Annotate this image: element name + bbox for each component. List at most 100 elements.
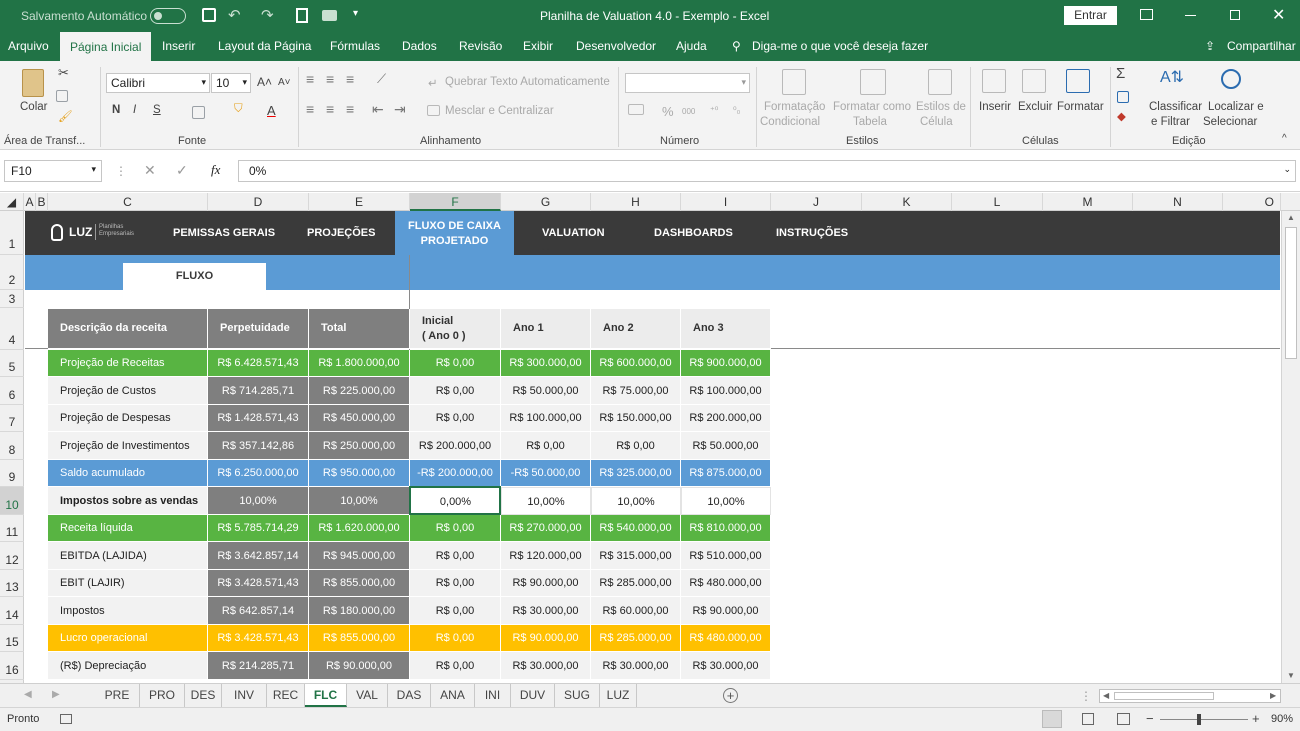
insert-button[interactable]: Inserir <box>979 101 1011 113</box>
undo-icon[interactable]: ↶ <box>228 6 241 24</box>
table-cell[interactable]: R$ 0,00 <box>410 597 501 625</box>
clear-icon[interactable]: ◆ <box>1117 109 1126 123</box>
merge-center-button[interactable]: Mesclar e Centralizar <box>445 105 554 117</box>
table-cell[interactable]: R$ 480.000,00 <box>681 625 771 652</box>
row-header[interactable]: 5 <box>0 350 24 377</box>
table-cell[interactable]: R$ 900.000,00 <box>681 350 771 377</box>
table-cell[interactable]: R$ 30.000,00 <box>681 652 771 680</box>
table-cell[interactable]: R$ 90.000,00 <box>309 652 410 680</box>
row-header[interactable]: 16 <box>0 652 24 680</box>
sheet-tab-flc[interactable]: FLC <box>305 684 347 707</box>
decrease-font-icon[interactable]: A˅ <box>278 77 291 88</box>
table-cell[interactable]: R$ 0,00 <box>410 570 501 597</box>
horizontal-scrollbar[interactable]: ◀ ▶ <box>1099 689 1281 703</box>
tab-desenvolvedor[interactable]: Desenvolvedor <box>576 31 656 61</box>
row-header[interactable]: 14 <box>0 597 24 625</box>
table-cell[interactable]: R$ 120.000,00 <box>501 542 591 570</box>
format-button[interactable]: Formatar <box>1057 101 1104 113</box>
borders-icon[interactable] <box>192 106 205 119</box>
row-header[interactable]: 10 <box>0 487 24 515</box>
table-cell[interactable]: R$ 6.250.000,00 <box>208 460 309 487</box>
table-cell[interactable]: R$ 300.000,00 <box>501 350 591 377</box>
sheet-tab-inv[interactable]: INV <box>222 684 267 707</box>
add-sheet-icon[interactable]: + <box>723 688 738 703</box>
row-header[interactable]: 1 <box>0 211 24 255</box>
row-header[interactable]: 9 <box>0 460 24 487</box>
zoom-slider[interactable] <box>1160 719 1248 720</box>
nav-fluxo-caixa[interactable]: FLUXO DE CAIXA PROJETADO <box>395 211 514 255</box>
align-top-icon[interactable]: ≡ <box>306 71 314 87</box>
row-label[interactable]: Impostos <box>48 597 208 625</box>
next-sheet-icon[interactable]: ▶ <box>52 689 60 700</box>
cond-format-line1[interactable]: Formatação <box>764 101 825 113</box>
table-cell[interactable]: R$ 285.000,00 <box>591 570 681 597</box>
table-cell[interactable]: R$ 855.000,00 <box>309 570 410 597</box>
row-header[interactable]: 15 <box>0 625 24 652</box>
table-cell[interactable]: R$ 0,00 <box>410 625 501 652</box>
table-cell[interactable]: R$ 0,00 <box>410 350 501 377</box>
nav-instrucoes[interactable]: INSTRUÇÕES <box>776 211 848 255</box>
table-cell[interactable]: R$ 855.000,00 <box>309 625 410 652</box>
decrease-decimal-icon[interactable]: ⁰₀ <box>733 105 740 116</box>
col-header-b[interactable]: B <box>36 193 48 211</box>
table-cell[interactable]: R$ 100.000,00 <box>501 405 591 432</box>
table-cell[interactable]: R$ 225.000,00 <box>309 377 410 405</box>
print-preview-icon[interactable] <box>296 8 308 23</box>
copy-icon[interactable] <box>56 90 68 102</box>
table-cell[interactable]: R$ 810.000,00 <box>681 515 771 542</box>
table-cell[interactable]: R$ 1.620.000,00 <box>309 515 410 542</box>
find-select-line2[interactable]: Selecionar <box>1203 116 1257 128</box>
table-cell[interactable]: R$ 450.000,00 <box>309 405 410 432</box>
currency-icon[interactable] <box>628 104 644 115</box>
col-header-d[interactable]: D <box>208 193 309 211</box>
table-cell[interactable]: R$ 214.285,71 <box>208 652 309 680</box>
table-cell[interactable]: 10,00% <box>681 487 771 515</box>
indent-increase-icon[interactable]: ⇥ <box>394 101 406 118</box>
col-header-i[interactable]: I <box>681 193 771 211</box>
scroll-right-icon[interactable]: ▶ <box>1270 691 1276 700</box>
page-break-view-icon[interactable] <box>1117 713 1130 725</box>
col-header-f[interactable]: F <box>410 193 501 211</box>
table-cell[interactable]: 10,00% <box>501 487 591 515</box>
save-icon[interactable] <box>202 8 216 22</box>
cut-icon[interactable]: ✂ <box>58 65 69 81</box>
tab-ajuda[interactable]: Ajuda <box>676 31 707 61</box>
nav-valuation[interactable]: VALUATION <box>542 211 605 255</box>
normal-view-icon[interactable] <box>1042 710 1062 728</box>
row-header[interactable]: 8 <box>0 432 24 460</box>
table-cell[interactable]: R$ 90.000,00 <box>501 625 591 652</box>
table-cell[interactable]: -R$ 50.000,00 <box>501 460 591 487</box>
table-cell[interactable]: R$ 250.000,00 <box>309 432 410 460</box>
zoom-in-icon[interactable]: + <box>1252 711 1260 726</box>
sheet-tab-ini[interactable]: INI <box>475 684 511 707</box>
table-cell[interactable]: R$ 1.800.000,00 <box>309 350 410 377</box>
nav-premissas[interactable]: PEMISSAS GERAIS <box>173 211 275 255</box>
delete-button[interactable]: Excluir <box>1018 101 1053 113</box>
row-label[interactable]: Projeção de Custos <box>48 377 208 405</box>
enter-icon[interactable]: ✓ <box>176 162 188 179</box>
col-header-o[interactable]: O <box>1223 193 1281 211</box>
row-header[interactable]: 13 <box>0 570 24 597</box>
font-name-select[interactable]: Calibri ▾ <box>106 73 210 93</box>
scroll-thumb[interactable] <box>1285 227 1297 359</box>
redo-icon[interactable]: ↷ <box>261 6 274 24</box>
table-cell[interactable]: R$ 714.285,71 <box>208 377 309 405</box>
tab-inserir[interactable]: Inserir <box>162 31 195 61</box>
paste-button[interactable]: Colar <box>20 101 47 113</box>
share-icon[interactable]: ⇪ <box>1205 31 1215 61</box>
col-header-n[interactable]: N <box>1133 193 1223 211</box>
table-cell[interactable]: R$ 510.000,00 <box>681 542 771 570</box>
format-table-line1[interactable]: Formatar como <box>833 101 911 113</box>
minimize-icon[interactable] <box>1185 15 1196 16</box>
format-painter-icon[interactable]: 🖌 <box>58 109 73 123</box>
sort-filter-line1[interactable]: Classificar <box>1149 101 1202 113</box>
formula-input[interactable]: 0% ⌄ <box>238 160 1296 182</box>
table-cell[interactable]: R$ 285.000,00 <box>591 625 681 652</box>
table-cell[interactable]: R$ 945.000,00 <box>309 542 410 570</box>
tab-pagina-inicial[interactable]: Página Inicial <box>60 31 152 61</box>
table-cell[interactable]: R$ 540.000,00 <box>591 515 681 542</box>
table-cell[interactable]: R$ 0,00 <box>410 405 501 432</box>
table-cell[interactable]: R$ 0,00 <box>410 542 501 570</box>
col-header-k[interactable]: K <box>862 193 952 211</box>
fill-color-icon[interactable]: ⛉ <box>234 103 243 116</box>
